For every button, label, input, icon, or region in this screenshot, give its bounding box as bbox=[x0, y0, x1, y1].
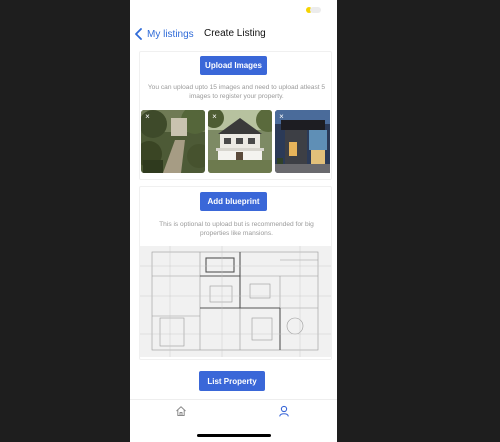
status-indicator-pill bbox=[310, 7, 321, 13]
navigation-bar: My listings Create Listing bbox=[130, 22, 337, 46]
upload-images-button[interactable]: Upload Images bbox=[200, 56, 267, 75]
upload-hint-text: You can upload upto 15 images and need t… bbox=[147, 84, 326, 100]
back-button-label: My listings bbox=[147, 28, 194, 40]
add-blueprint-button[interactable]: Add blueprint bbox=[200, 192, 267, 211]
remove-image-button[interactable]: × bbox=[210, 112, 219, 121]
blueprint-card: Add blueprint This is optional to upload… bbox=[139, 186, 332, 360]
chevron-left-icon bbox=[135, 28, 142, 40]
home-icon[interactable] bbox=[175, 405, 187, 417]
floor-plan-image bbox=[140, 246, 331, 357]
back-button[interactable]: My listings bbox=[134, 26, 194, 42]
image-thumbnail-strip[interactable]: × × × bbox=[141, 110, 330, 174]
remove-image-button[interactable]: × bbox=[143, 112, 152, 121]
blueprint-hint-text: This is optional to upload but is recomm… bbox=[159, 221, 314, 237]
property-photo-thumbnail[interactable]: × bbox=[275, 110, 330, 173]
phone-screen: My listings Create Listing Upload Images… bbox=[130, 0, 337, 442]
property-photo-thumbnail[interactable]: × bbox=[141, 110, 205, 173]
home-indicator bbox=[197, 434, 271, 437]
person-icon[interactable] bbox=[278, 405, 290, 417]
upload-images-card: Upload Images You can upload upto 15 ima… bbox=[139, 51, 332, 180]
tab-bar bbox=[130, 399, 337, 421]
blueprint-preview[interactable] bbox=[140, 246, 331, 357]
remove-image-button[interactable]: × bbox=[277, 112, 286, 121]
property-photo-thumbnail[interactable]: × bbox=[208, 110, 272, 173]
list-property-button[interactable]: List Property bbox=[199, 371, 265, 391]
page-title: Create Listing bbox=[204, 28, 266, 39]
